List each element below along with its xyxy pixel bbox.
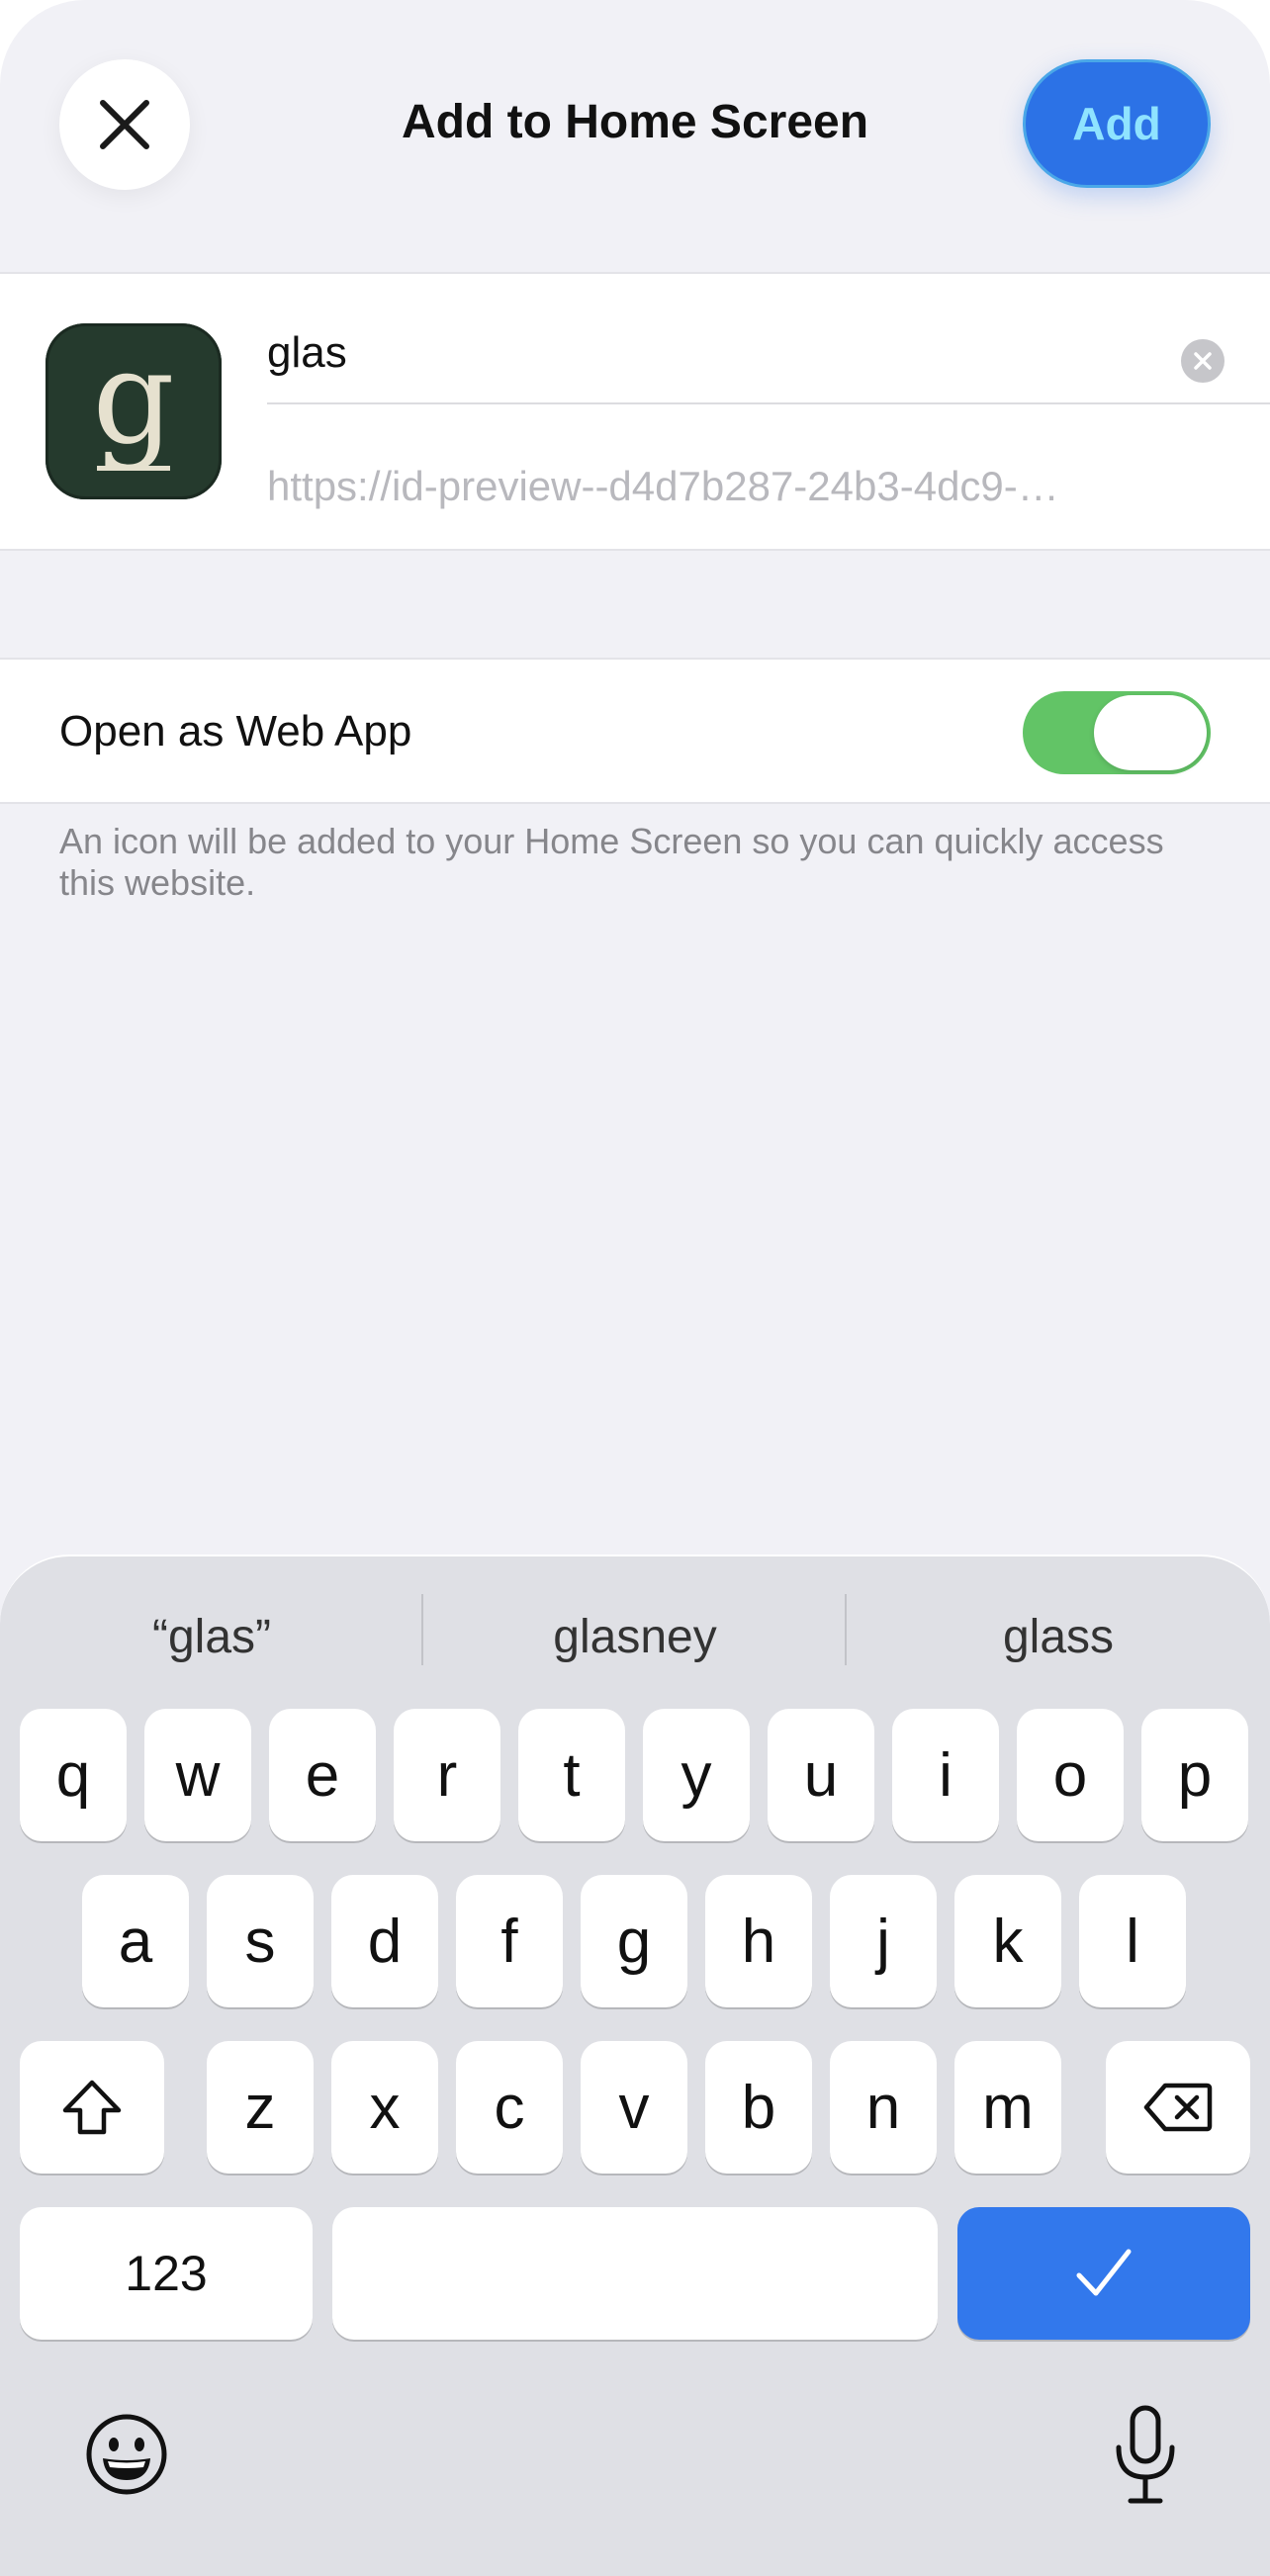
backspace-icon (1143, 2083, 1213, 2132)
web-app-label: Open as Web App (59, 707, 412, 755)
key-a[interactable]: a (82, 1875, 189, 2007)
key-u[interactable]: u (768, 1709, 874, 1841)
keyboard: “glas” glasney glass q w e r t y u i o p… (0, 1554, 1270, 2576)
key-h[interactable]: h (705, 1875, 812, 2007)
done-key[interactable] (957, 2207, 1250, 2340)
shift-key[interactable] (20, 2041, 164, 2174)
key-q[interactable]: q (20, 1709, 127, 1841)
bookmark-card: g glas https://id-preview--d4d7b287-24b3… (0, 272, 1270, 551)
key-f[interactable]: f (456, 1875, 563, 2007)
name-input[interactable]: glas (267, 313, 1157, 393)
key-y[interactable]: y (643, 1709, 750, 1841)
key-n[interactable]: n (830, 2041, 937, 2174)
key-o[interactable]: o (1017, 1709, 1124, 1841)
emoji-icon (86, 2414, 167, 2495)
key-p[interactable]: p (1141, 1709, 1248, 1841)
dictation-button[interactable] (1098, 2401, 1193, 2510)
suggestion-1[interactable]: “glas” (0, 1598, 423, 1677)
key-k[interactable]: k (954, 1875, 1061, 2007)
add-to-home-sheet: Add to Home Screen Add g glas https://id… (0, 0, 1270, 2576)
app-icon-glyph: g (92, 323, 174, 473)
close-button[interactable] (59, 59, 190, 190)
app-icon: g (45, 322, 222, 499)
key-b[interactable]: b (705, 2041, 812, 2174)
key-j[interactable]: j (830, 1875, 937, 2007)
space-key[interactable] (332, 2207, 938, 2340)
suggestion-3[interactable]: glass (847, 1598, 1270, 1677)
checkmark-icon (1076, 2249, 1132, 2296)
footnote-text: An icon will be added to your Home Scree… (59, 821, 1164, 903)
delete-key[interactable] (1106, 2041, 1250, 2174)
field-divider (267, 402, 1270, 404)
key-e[interactable]: e (269, 1709, 376, 1841)
web-app-row: Open as Web App (0, 658, 1270, 804)
close-icon (100, 100, 149, 149)
key-r[interactable]: r (394, 1709, 500, 1841)
key-v[interactable]: v (581, 2041, 687, 2174)
numbers-key[interactable]: 123 (20, 2207, 313, 2340)
shift-icon (62, 2080, 122, 2135)
clear-text-button[interactable] (1181, 339, 1225, 383)
page-title: Add to Home Screen (401, 96, 869, 148)
key-w[interactable]: w (144, 1709, 251, 1841)
suggestion-2[interactable]: glasney (423, 1598, 847, 1677)
web-app-toggle[interactable] (1023, 691, 1211, 774)
key-l[interactable]: l (1079, 1875, 1186, 2007)
clear-icon (1194, 352, 1212, 370)
add-button[interactable]: Add (1023, 59, 1211, 188)
microphone-icon (1116, 2405, 1175, 2504)
key-z[interactable]: z (207, 2041, 314, 2174)
key-t[interactable]: t (518, 1709, 625, 1841)
key-g[interactable]: g (581, 1875, 687, 2007)
key-s[interactable]: s (207, 1875, 314, 2007)
url-field: https://id-preview--d4d7b287-24b3-4dc9-… (267, 463, 1059, 509)
emoji-button[interactable] (79, 2407, 174, 2502)
key-i[interactable]: i (892, 1709, 999, 1841)
key-c[interactable]: c (456, 2041, 563, 2174)
key-x[interactable]: x (331, 2041, 438, 2174)
toggle-knob (1094, 695, 1207, 770)
key-m[interactable]: m (954, 2041, 1061, 2174)
key-d[interactable]: d (331, 1875, 438, 2007)
